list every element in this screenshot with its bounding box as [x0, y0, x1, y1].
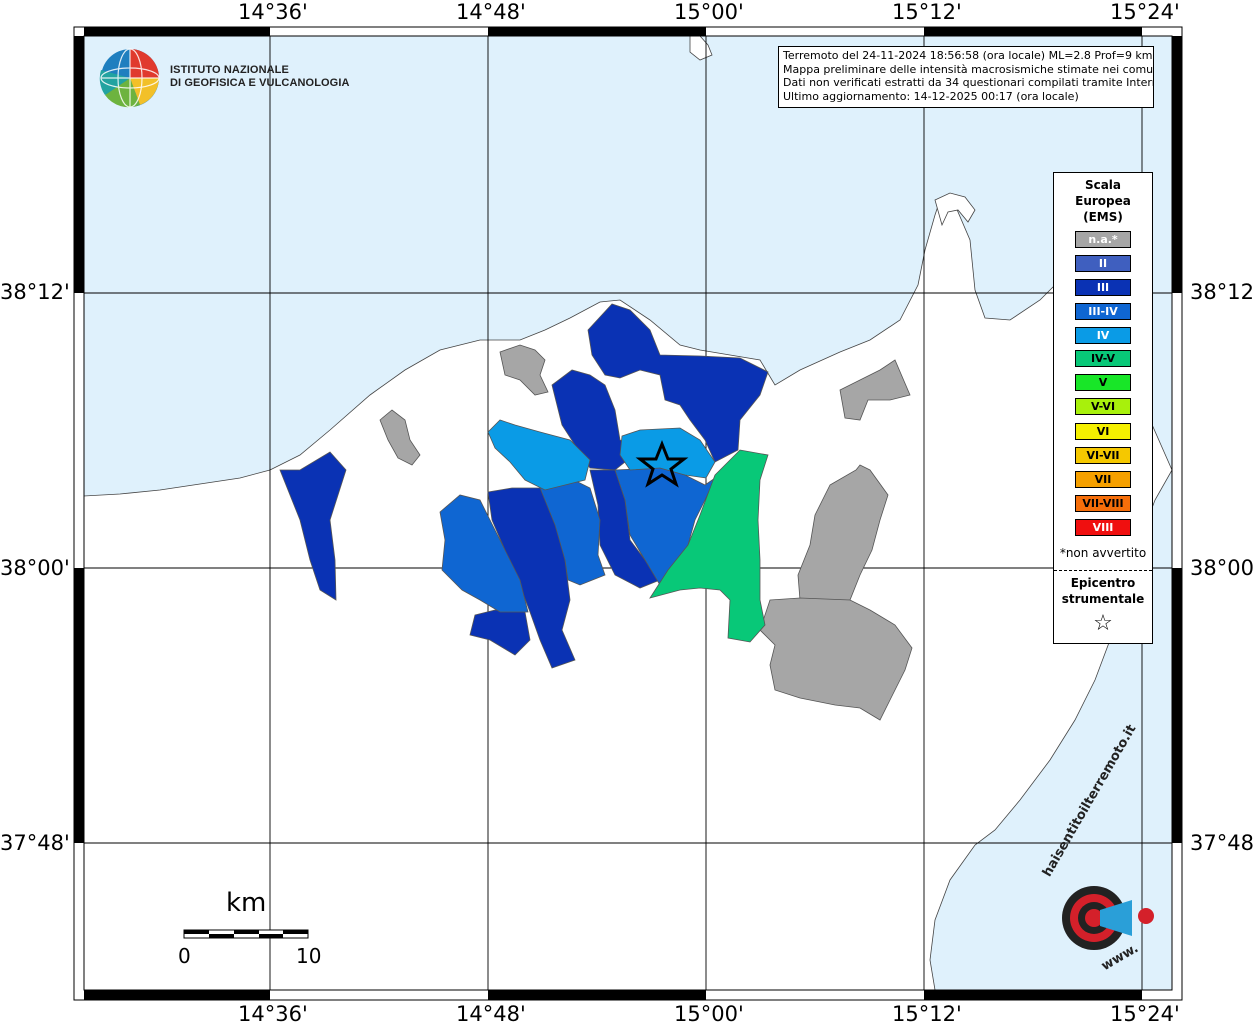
- info-line-1: Terremoto del 24-11-2024 18:56:58 (ora l…: [783, 49, 1153, 62]
- ingv-logo-line1: ISTITUTO NAZIONALE: [170, 64, 289, 76]
- lat-label-right-2: 38°00': [1190, 556, 1255, 580]
- lon-label-top-1: 14°36': [238, 0, 308, 24]
- legend-separator: [1054, 570, 1152, 571]
- lon-label-bottom-1: 14°36': [238, 1002, 308, 1026]
- lon-label-top-2: 14°48': [456, 0, 526, 24]
- legend-epicenter: Epicentro strumentale: [1054, 575, 1152, 607]
- legend-item-v-vi: V-VI: [1075, 398, 1131, 415]
- legend-item-iv: IV: [1075, 327, 1131, 344]
- info-line-4: Ultimo aggiornamento: 14-12-2025 00:17 (…: [783, 89, 1079, 103]
- legend-item-iii-iv: III-IV: [1075, 303, 1131, 320]
- legend-item-v: V: [1075, 374, 1131, 391]
- lat-label-left-2: 38°00': [0, 556, 70, 580]
- lon-label-top-5: 15°24': [1110, 0, 1180, 24]
- lat-label-left-1: 38°12': [0, 280, 70, 304]
- lon-label-bottom-3: 15°00': [674, 1002, 744, 1026]
- scale-start: 0: [178, 944, 191, 968]
- legend-star-icon: ☆: [1093, 611, 1113, 636]
- legend-epicenter-line2: strumentale: [1061, 592, 1145, 606]
- legend-title-3: (EMS): [1083, 210, 1123, 224]
- legend-item-na: n.a.*: [1075, 231, 1131, 248]
- legend-item-vi: VI: [1075, 423, 1131, 440]
- lon-label-top-4: 15°12': [892, 0, 962, 24]
- ingv-logo-text: ISTITUTO NAZIONALE DI GEOFISICA E VULCAN…: [170, 64, 350, 90]
- legend-title: Scala Europea (EMS): [1054, 177, 1152, 225]
- legend-item-iv-v: IV-V: [1075, 350, 1131, 367]
- lon-label-bottom-5: 15°24': [1110, 1002, 1180, 1026]
- legend-title-1: Scala: [1084, 178, 1122, 192]
- info-line-3: Dati non verificati estratti da 34 quest…: [783, 76, 1154, 89]
- lat-label-right-1: 38°12': [1190, 280, 1255, 304]
- legend-item-vii-viii: VII-VIII: [1075, 495, 1131, 512]
- lon-label-bottom-2: 14°48': [456, 1002, 526, 1026]
- earthquake-info-box: Terremoto del 24-11-2024 18:56:58 (ora l…: [778, 46, 1154, 108]
- lat-label-right-3: 37°48': [1190, 831, 1255, 855]
- lon-label-bottom-4: 15°12': [892, 1002, 962, 1026]
- lon-label-top-3: 15°00': [674, 0, 744, 24]
- info-line-2: Mappa preliminare delle intensità macros…: [783, 62, 1154, 76]
- legend-title-2: Europea: [1075, 194, 1131, 208]
- legend-item-vii: VII: [1075, 471, 1131, 488]
- ingv-logo-line2: DI GEOFISICA E VULCANOLOGIA: [170, 77, 350, 89]
- scale-unit: km: [226, 888, 267, 918]
- lat-label-left-3: 37°48': [0, 831, 70, 855]
- legend-note: *non avvertito: [1059, 546, 1147, 560]
- legend-epicenter-line1: Epicentro: [1070, 576, 1136, 590]
- legend-item-viii: VIII: [1075, 519, 1131, 536]
- legend-item-vi-vii: VI-VII: [1075, 447, 1131, 464]
- ems-legend: Scala Europea (EMS) n.a.* II III III-IV …: [1053, 172, 1153, 644]
- scale-bar: [183, 929, 309, 939]
- legend-item-iii: III: [1075, 279, 1131, 296]
- legend-item-ii: II: [1075, 255, 1131, 272]
- scale-end: 10: [296, 944, 322, 968]
